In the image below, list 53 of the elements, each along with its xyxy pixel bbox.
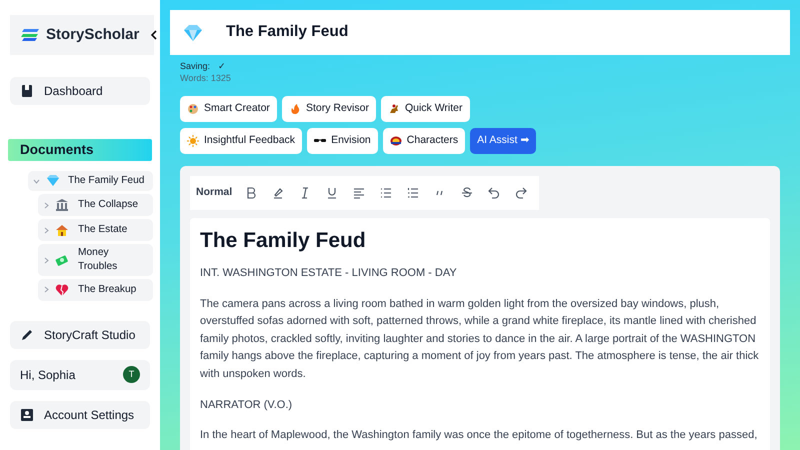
tool-button[interactable]: Characters — [382, 128, 466, 154]
paragraph: In the heart of Maplewood, the Washington family was once the epitome of togetherness. But as the years passed, — [200, 428, 758, 444]
strikethrough-icon[interactable] — [460, 186, 473, 199]
tree-item[interactable]: The Family Feud — [28, 171, 153, 192]
paragraph: INT. WASHINGTON ESTATE - LIVING ROOM - DAY — [200, 266, 458, 281]
house-icon — [55, 223, 69, 238]
tool-button[interactable]: Smart Creator — [180, 96, 277, 122]
saved-check: ✓ — [218, 60, 226, 72]
bullet-list-icon[interactable] — [380, 186, 392, 199]
bold-icon[interactable] — [244, 186, 257, 199]
logo-icon — [20, 28, 40, 42]
nav-item[interactable]: Account Settings — [10, 400, 150, 429]
gem-icon — [182, 24, 204, 42]
redo-icon[interactable] — [514, 186, 527, 199]
pencil-icon — [20, 328, 34, 342]
tool-button[interactable]: Envision — [307, 128, 378, 154]
tree-item[interactable]: The Estate — [38, 219, 153, 242]
paragraph: NARRATOR (V.O.) — [200, 398, 294, 413]
document-title: The Family Feud — [226, 23, 348, 42]
tree-item[interactable]: The Breakup — [38, 278, 153, 301]
tree-item[interactable]: The Collapse — [38, 194, 153, 216]
broken-heart-icon — [55, 282, 69, 297]
gem-icon — [45, 174, 59, 188]
undo-icon[interactable] — [488, 186, 500, 199]
sun-icon — [187, 134, 199, 147]
tool-button[interactable]: Insightful Feedback — [180, 128, 302, 154]
id-card-icon — [20, 408, 34, 422]
document-heading: The Family Feud — [200, 228, 367, 253]
palette-icon — [187, 103, 199, 116]
numbered-list-icon[interactable] — [406, 186, 419, 199]
brand-name: StoryScholar — [46, 24, 140, 45]
greeting: Hi, Sophia — [20, 366, 76, 384]
avatar[interactable]: T — [123, 366, 140, 384]
tool-button[interactable]: Quick Writer — [380, 96, 470, 122]
book-icon — [20, 84, 34, 98]
format-dropdown[interactable]: Normal — [196, 184, 232, 201]
flame-icon — [288, 103, 301, 116]
section-heading: Documents — [8, 139, 152, 162]
align-icon[interactable] — [352, 186, 365, 199]
building-icon — [55, 198, 69, 212]
underline-icon[interactable] — [326, 186, 338, 199]
collapse-icon[interactable] — [151, 30, 158, 40]
tool-button[interactable]: Story Revisor — [282, 96, 376, 122]
nav-item[interactable]: StoryCraft Studio — [10, 320, 150, 349]
horse-rider-icon — [388, 103, 400, 116]
tool-button[interactable]: AI Assist ➡ — [470, 128, 536, 154]
nav-item[interactable]: Dashboard — [10, 77, 150, 105]
paragraph: The camera pans across a living room bathed in warm golden light from the oversized bay windows, plush, overstuffed sofas adorned with soft, patterned throws, while a grand white fireplace, its mantle lined with cherished family photos, crackled softly, inviting laughter and stories to dance in the air. A large portrait of the WASHINGTON family hangs above the fireplace, capturing a moment of joy from years past. The atmosphere is tense, the air thick with unspoken words. — [200, 296, 760, 382]
stadium-icon — [390, 134, 402, 147]
tree-item[interactable]: Money Troubles — [38, 244, 153, 276]
word-count: Words: 1325 — [180, 72, 232, 84]
saving-label: Saving: — [180, 60, 210, 72]
highlighter-icon[interactable] — [272, 186, 284, 199]
